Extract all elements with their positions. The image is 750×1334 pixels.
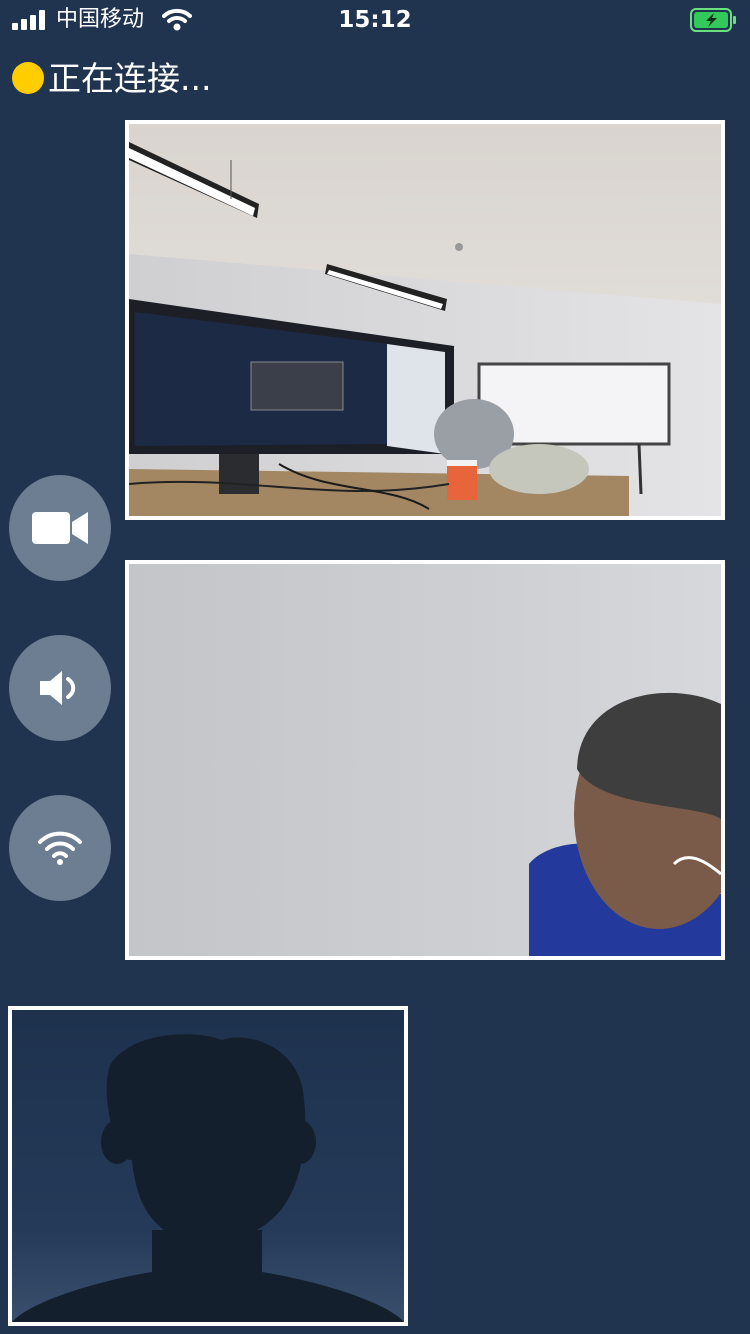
clock: 15:12: [338, 7, 412, 33]
speaker-toggle-button[interactable]: [9, 635, 111, 741]
video-camera-icon: [32, 512, 88, 544]
camera-toggle-button[interactable]: [9, 475, 111, 581]
battery-charging-icon: [690, 8, 736, 32]
remote-video-person[interactable]: [125, 560, 725, 960]
network-status-button[interactable]: [9, 795, 111, 901]
speaker-icon: [40, 671, 76, 705]
remote-video-office[interactable]: [125, 120, 725, 520]
person-scene-image: [129, 564, 721, 956]
local-video-placeholder[interactable]: [8, 1006, 408, 1326]
connection-status-text: 正在连接...: [48, 59, 212, 98]
office-scene-image: [129, 124, 721, 516]
wifi-icon: [38, 831, 82, 865]
status-bar: 中国移动 15:12: [0, 0, 750, 40]
avatar-silhouette-icon: [12, 1010, 404, 1322]
status-dot-icon: [12, 62, 44, 94]
